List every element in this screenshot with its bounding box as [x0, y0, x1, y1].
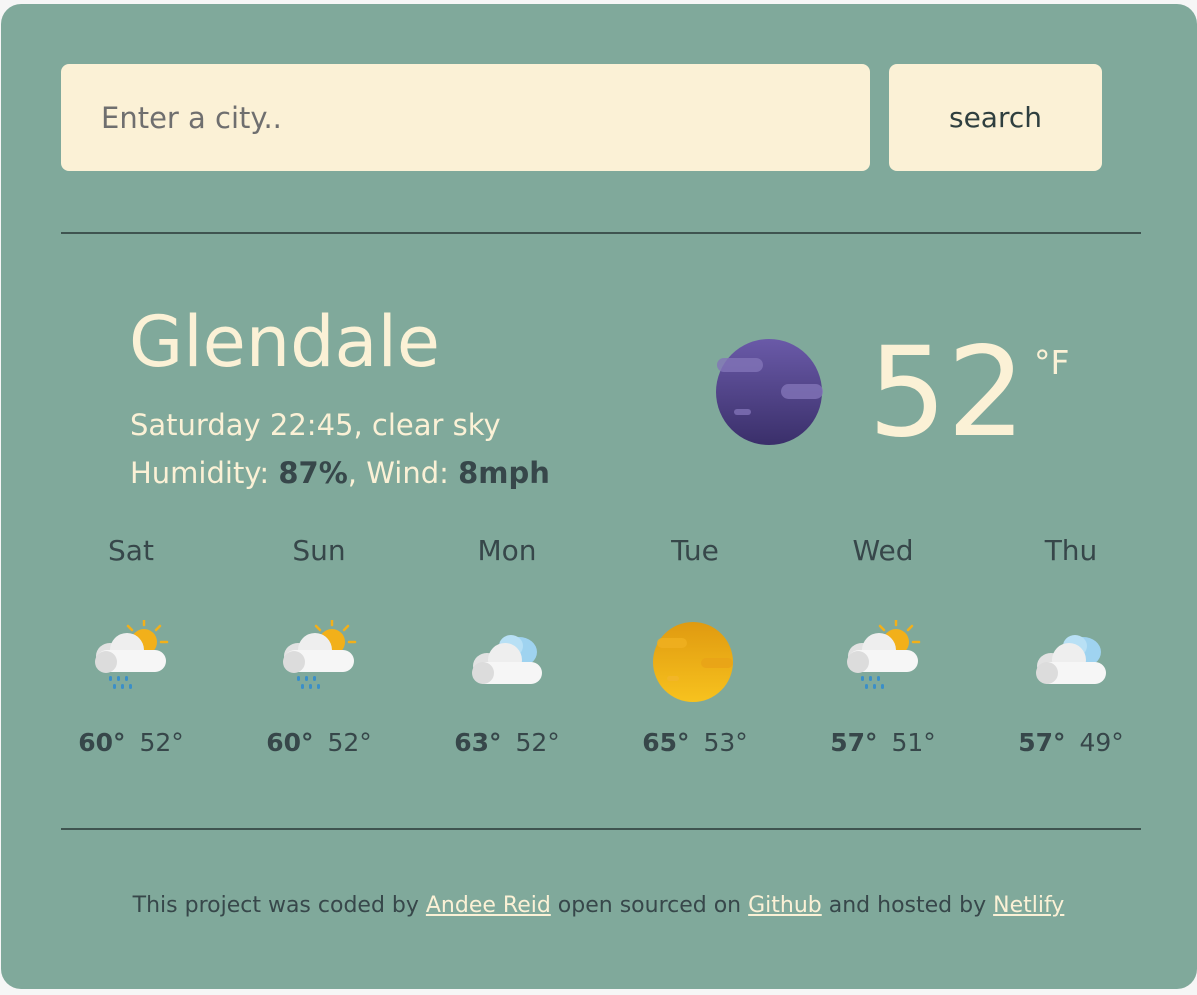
forecast-day: Wed 57° 51° [789, 530, 977, 770]
wind-value: 8mph [458, 456, 550, 490]
bottom-divider [61, 828, 1141, 830]
forecast-min: 52° [515, 728, 560, 757]
humidity-value: 87% [278, 456, 348, 490]
city-name: Glendale [129, 301, 440, 383]
clear-night-icon [716, 339, 823, 445]
forecast-temps: 57° 49° [977, 728, 1165, 757]
footer-text: open sourced on [550, 893, 749, 918]
cloudy-icon [472, 635, 542, 684]
forecast-day-name: Tue [671, 534, 719, 567]
forecast-min: 53° [703, 728, 748, 757]
forecast-day: Mon 63° 52° [413, 530, 601, 770]
footer-text: and hosted by [821, 893, 994, 918]
forecast-day-name: Mon [477, 534, 537, 567]
wind-label: , Wind: [347, 456, 459, 490]
sun-cloud-rain-icon [847, 620, 921, 689]
forecast-day-name: Sat [108, 534, 154, 567]
forecast-min: 52° [139, 728, 184, 757]
forecast-day: Sun 60° 52° [225, 530, 413, 770]
forecast-temps: 65° 53° [601, 728, 789, 757]
temperature-unit[interactable]: °F [1034, 343, 1069, 382]
forecast-max: 57° [1018, 728, 1066, 757]
sun-cloud-rain-icon [283, 620, 357, 689]
github-link[interactable]: Github [748, 893, 822, 918]
forecast-temps: 63° 52° [413, 728, 601, 757]
forecast-max: 65° [642, 728, 690, 757]
sun-icon [653, 622, 733, 702]
top-divider [61, 232, 1141, 234]
cloudy-icon [1036, 635, 1106, 684]
forecast-day-name: Wed [852, 534, 914, 567]
date-description: Saturday 22:45, clear sky [130, 408, 501, 442]
forecast-temps: 60° 52° [37, 728, 225, 757]
forecast-max: 60° [266, 728, 314, 757]
forecast-day: Sat 60° 52° [37, 530, 225, 770]
city-search-input[interactable] [61, 64, 870, 171]
sun-cloud-rain-icon [95, 620, 169, 689]
forecast-day-name: Sun [292, 534, 346, 567]
forecast-temps: 57° 51° [789, 728, 977, 757]
forecast-min: 52° [327, 728, 372, 757]
footer-text: This project was coded by [132, 893, 426, 918]
forecast-min: 51° [891, 728, 936, 757]
forecast-day: Thu 57° 49° [977, 530, 1165, 770]
footer: This project was coded by Andee Reid ope… [0, 893, 1197, 918]
forecast-max: 63° [454, 728, 502, 757]
forecast-min: 49° [1079, 728, 1124, 757]
author-link[interactable]: Andee Reid [426, 893, 551, 918]
forecast-max: 60° [78, 728, 126, 757]
humidity-label: Humidity: [130, 456, 279, 490]
humidity-wind: Humidity: 87%, Wind: 8mph [130, 456, 550, 490]
forecast-day: Tue 65° 53° [601, 530, 789, 770]
search-button[interactable]: search [889, 64, 1102, 171]
forecast-max: 57° [830, 728, 878, 757]
current-temperature: 52 [868, 321, 1026, 465]
netlify-link[interactable]: Netlify [993, 893, 1064, 918]
forecast-day-name: Thu [1044, 534, 1098, 567]
forecast-temps: 60° 52° [225, 728, 413, 757]
